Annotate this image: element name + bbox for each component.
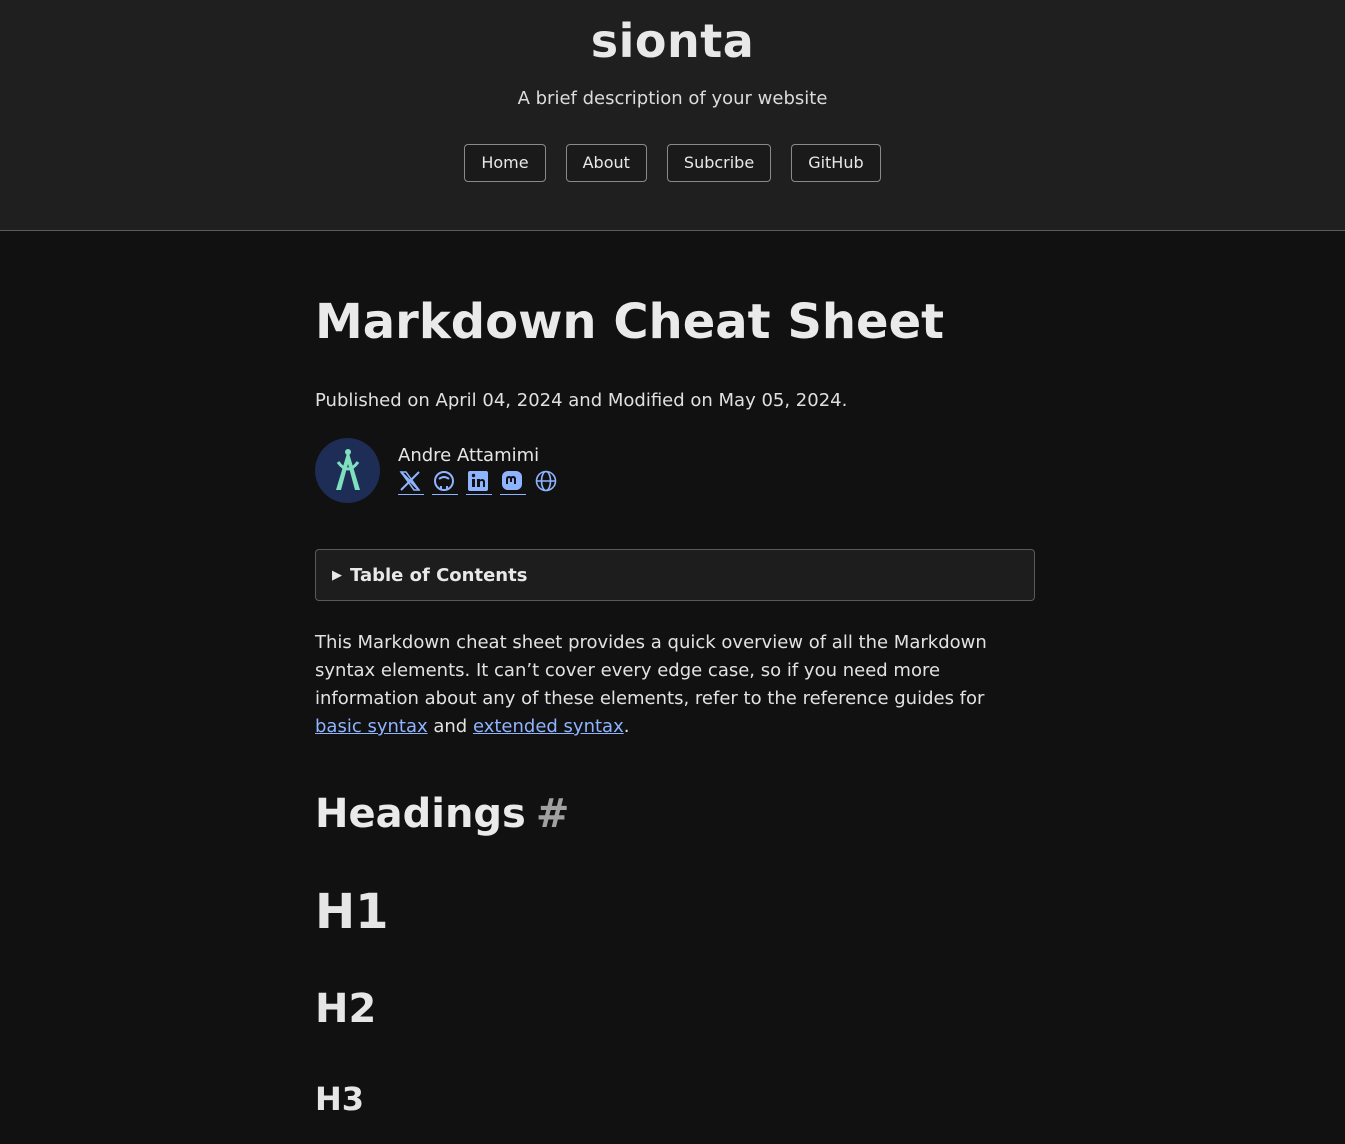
table-of-contents-toggle[interactable]: ▶ Table of Contents	[315, 549, 1035, 601]
author-logo-icon	[335, 449, 360, 490]
headings-label: Headings	[315, 791, 526, 837]
linkedin-icon[interactable]	[466, 469, 492, 495]
intro-and: and	[427, 716, 473, 737]
nav-subscribe-button[interactable]: Subcribe	[666, 144, 772, 182]
site-description: A brief description of your website	[517, 88, 828, 109]
mastodon-icon[interactable]	[500, 469, 526, 495]
intro-end: .	[623, 716, 630, 737]
avatar	[315, 437, 380, 503]
page-title: Markdown Cheat Sheet	[315, 294, 945, 350]
headings-section-title: Headings #	[315, 791, 1035, 837]
globe-icon[interactable]	[534, 469, 560, 495]
extended-syntax-link[interactable]: extended syntax	[473, 716, 624, 737]
triangle-right-icon: ▶	[332, 567, 342, 583]
author-block: Andre Attamimi	[315, 437, 1035, 503]
author-name: Andre Attamimi	[398, 445, 540, 466]
article-main: Markdown Cheat Sheet Published on April …	[315, 232, 1035, 1119]
intro-text: This Markdown cheat sheet provides a qui…	[315, 632, 987, 709]
site-title[interactable]: sionta	[0, 14, 1345, 68]
h3-sample: H3	[315, 1080, 365, 1118]
basic-syntax-link[interactable]: basic syntax	[315, 716, 428, 737]
h1-sample: H1	[315, 884, 389, 940]
intro-paragraph: This Markdown cheat sheet provides a qui…	[315, 629, 1035, 741]
toc-label: Table of Contents	[350, 564, 528, 586]
nav-about-button[interactable]: About	[565, 144, 647, 182]
x-icon[interactable]	[398, 469, 424, 495]
site-header: sionta A brief description of your websi…	[0, 0, 1345, 231]
anchor-link[interactable]: #	[536, 791, 570, 837]
nav-home-button[interactable]: Home	[464, 144, 546, 182]
main-nav: Home About Subcribe GitHub	[0, 144, 1345, 182]
social-links	[398, 469, 560, 495]
publish-date: Published on April 04, 2024 and Modified…	[315, 390, 848, 411]
github-icon[interactable]	[432, 469, 458, 495]
h2-sample: H2	[315, 986, 377, 1032]
nav-github-button[interactable]: GitHub	[791, 144, 881, 182]
